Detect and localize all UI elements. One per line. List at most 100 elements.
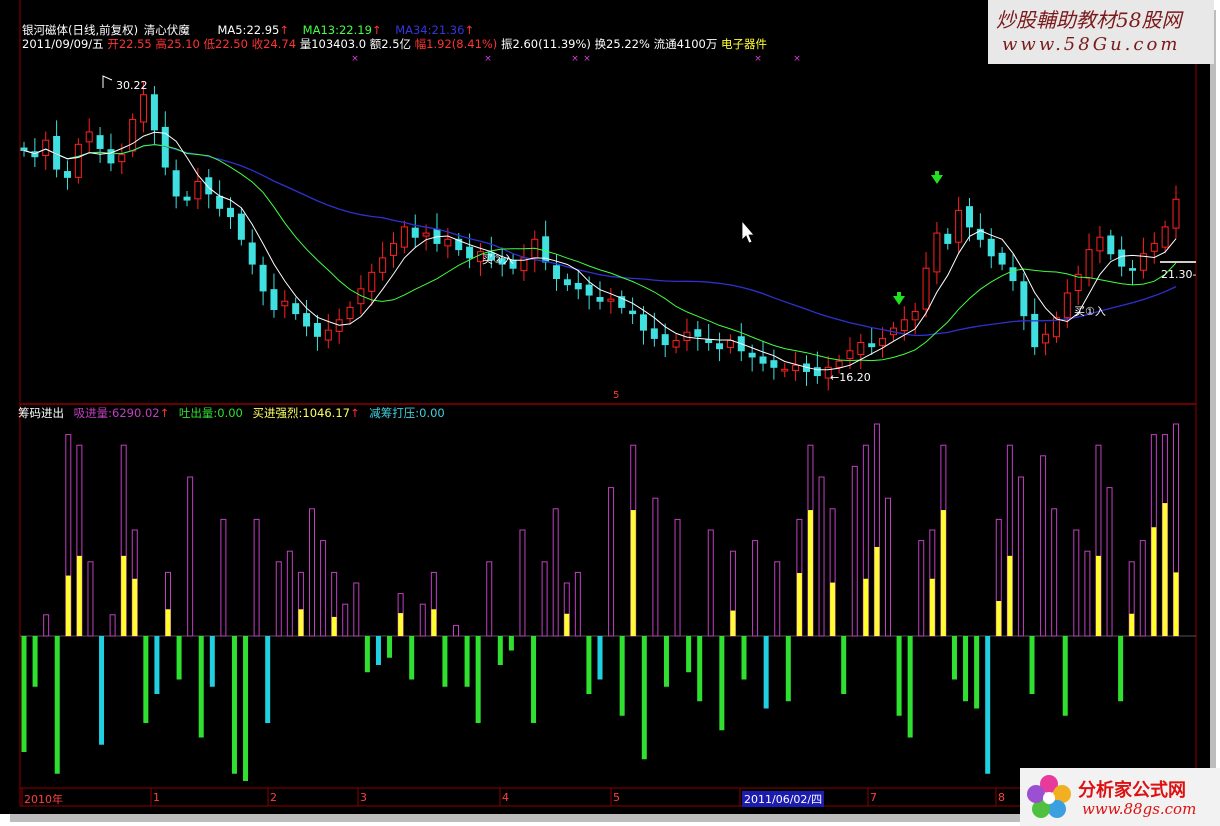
buy-strong-bar	[331, 616, 337, 636]
spit-bar	[586, 636, 592, 694]
candle-body	[933, 232, 941, 273]
absorb-bar	[1051, 508, 1058, 637]
ma13-value: 22.19	[338, 23, 372, 37]
candle-body	[237, 213, 245, 240]
candle-body	[574, 282, 582, 290]
absorb-bar	[552, 508, 559, 637]
buy-strong-bar	[76, 555, 82, 636]
reduce-bar	[265, 636, 271, 723]
candle-body	[770, 360, 778, 368]
absorb-bar	[1073, 529, 1080, 637]
absorb-bar	[707, 529, 714, 637]
spit-bar	[442, 636, 448, 687]
absorb-bar	[608, 487, 615, 637]
candle-body	[74, 143, 82, 178]
candle-body	[1107, 235, 1115, 255]
candle-body	[748, 352, 756, 358]
candle-body	[705, 339, 713, 344]
candle-body	[922, 267, 930, 310]
spit-bar	[896, 636, 902, 716]
spit-bar	[1118, 636, 1124, 702]
candle-body	[1172, 198, 1180, 229]
ma13-line	[23, 144, 1177, 362]
absorb-bar	[87, 561, 94, 637]
spit-bar	[697, 636, 703, 702]
open-label: 开22.55	[107, 37, 152, 51]
absorb-bar	[918, 540, 925, 637]
reduce-value: 0.00	[419, 406, 445, 420]
buy-strong-bar	[65, 575, 71, 636]
absorb-bar	[1084, 550, 1091, 637]
absorb-label: 吸进量:	[73, 406, 113, 420]
buy-arrow-icon: ↑	[349, 406, 360, 420]
absorb-bar	[353, 582, 360, 637]
spit-bar	[1029, 636, 1035, 694]
absorb-bar	[752, 540, 759, 637]
candle-body	[661, 334, 669, 346]
ma5-arrow-icon: ↑	[279, 23, 290, 37]
candle-body	[194, 180, 202, 200]
reduce-label: 减筹打压:	[369, 406, 420, 420]
ma13-arrow-icon: ↑	[371, 23, 382, 37]
header-line-2: 2011/09/09/五 开22.55 高25.10 低22.50 收24.74…	[22, 38, 767, 51]
spit-bar	[785, 636, 791, 702]
volume-bars-series	[21, 423, 1179, 781]
candle-body	[292, 303, 300, 315]
x-marker: ×	[484, 54, 492, 64]
ma34-arrow-icon: ↑	[464, 23, 475, 37]
ma5-line	[23, 131, 1177, 371]
candle-body	[955, 209, 963, 243]
candle-body	[911, 311, 919, 321]
high-label: 高25.10	[155, 37, 200, 51]
spit-bar	[508, 636, 514, 651]
header-line-1: 银河磁体(日线,前复权) 清心伏魔 MA5:22.95↑ MA13:22.19↑…	[22, 24, 474, 37]
spit-bar	[951, 636, 957, 680]
watermark-top-line2: www.58Gu.com	[1002, 34, 1181, 55]
watermark-bottom: 分析家公式网 www.88gs.com	[1020, 768, 1220, 826]
candle-body	[20, 147, 28, 152]
absorb-bar	[309, 508, 315, 637]
candle-body	[1042, 333, 1050, 344]
buy-strong-bar	[564, 613, 570, 636]
spit-label: 吐出量:	[178, 406, 218, 420]
absorb-bar	[43, 614, 50, 637]
spit-bar	[32, 636, 38, 687]
x-marker: ×	[793, 54, 801, 64]
buy-strong-bar	[830, 582, 836, 636]
spit-bar	[198, 636, 204, 738]
candle-body	[694, 329, 702, 337]
candle-body	[607, 298, 615, 302]
candle-body	[422, 232, 430, 237]
ma5-value: 22.95	[246, 23, 280, 37]
candle-body	[466, 246, 474, 259]
candle-body	[1009, 267, 1017, 282]
x-axis-label: 4	[502, 791, 509, 804]
candle-body	[998, 252, 1006, 265]
x-axis-label: 8	[998, 791, 1005, 804]
absorb-bar	[320, 540, 327, 637]
spit-bar	[475, 636, 481, 723]
candle-body	[183, 196, 191, 201]
candle-body	[966, 206, 974, 228]
spit-value: 0.00	[217, 406, 243, 420]
candle-body	[248, 242, 256, 265]
reduce-bar	[154, 636, 160, 694]
x-axis-ticks	[21, 788, 997, 806]
spit-bar	[741, 636, 747, 680]
absorb-bar	[187, 476, 194, 637]
spit-bar	[974, 636, 980, 709]
spit-bar	[841, 636, 847, 694]
down-arrow-icon	[931, 171, 943, 184]
flower-logo-icon	[1027, 775, 1071, 818]
absorb-bar	[818, 476, 825, 637]
reduce-bar	[763, 636, 769, 709]
sector-label: 电子器件	[721, 37, 768, 51]
candle-body	[1150, 242, 1158, 252]
buy-strong-bar	[730, 610, 736, 636]
candle-body	[563, 279, 571, 286]
candle-body	[716, 343, 724, 350]
spit-bar	[54, 636, 60, 774]
absorb-bar	[220, 518, 227, 637]
candle-body	[1020, 281, 1028, 317]
buy-strong-bar	[1095, 555, 1101, 636]
